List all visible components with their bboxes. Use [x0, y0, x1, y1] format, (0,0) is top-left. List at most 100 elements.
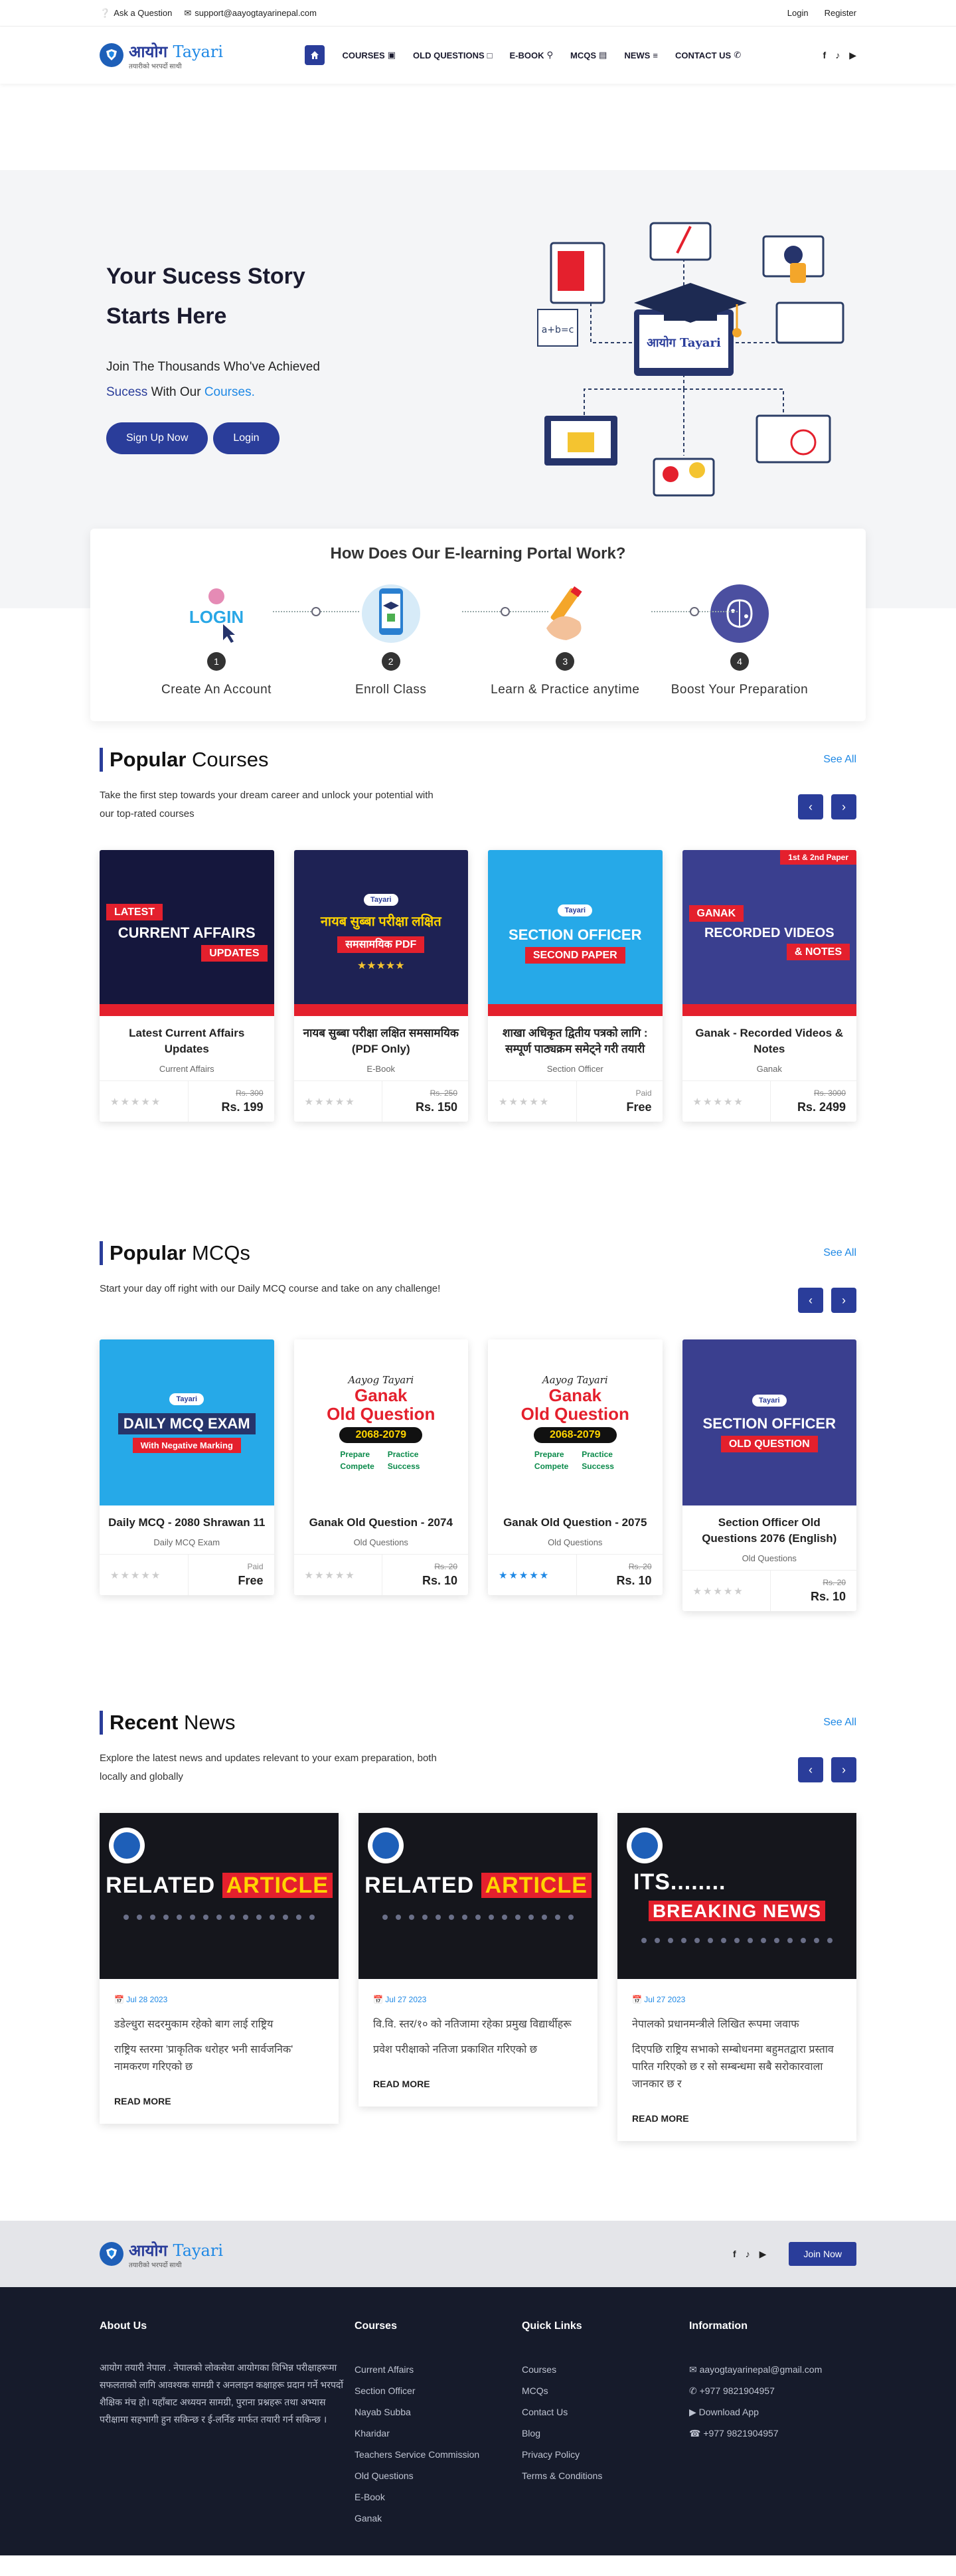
nav-contact[interactable]: CONTACT US ✆	[675, 50, 741, 60]
read-more-link[interactable]: READ MORE	[373, 2079, 583, 2089]
original-price: Paid	[635, 1088, 652, 1098]
footer-quick-link[interactable]: MCQs	[522, 2380, 689, 2401]
current-price: Rs. 10	[810, 1590, 846, 1603]
course-card[interactable]: 1st & 2nd Paper GANAK RECORDED VIDEOS & …	[682, 850, 856, 1122]
original-price: Paid	[247, 1562, 264, 1571]
read-more-link[interactable]: READ MORE	[114, 2096, 324, 2106]
nav-mcqs[interactable]: MCQS ▤	[570, 50, 607, 60]
footer-course-link[interactable]: Old Questions	[355, 2465, 522, 2486]
facebook-icon[interactable]: f	[823, 50, 827, 61]
thumb-text: With Negative Marking	[132, 1438, 241, 1453]
step-number: 3	[556, 652, 575, 671]
book-icon: ▣	[387, 50, 396, 60]
mcq-card[interactable]: Tayari SECTION OFFICER OLD QUESTION Sect…	[682, 1339, 856, 1611]
hero-section: Your Sucess Story Starts Here Join The T…	[0, 170, 956, 721]
tiktok-icon[interactable]: ♪	[746, 2249, 750, 2260]
news-see-all-link[interactable]: See All	[823, 1717, 856, 1729]
logo-accent-text: Tayari	[173, 2241, 224, 2260]
join-now-button[interactable]: Join Now	[789, 2242, 856, 2266]
mcqs-see-all-link[interactable]: See All	[823, 1247, 856, 1259]
footer-course-link[interactable]: Ganak	[355, 2508, 522, 2529]
course-thumbnail: Tayari नायब सुब्बा परीक्षा लक्षित समसामय…	[293, 850, 468, 1016]
nav-news[interactable]: NEWS ≡	[624, 50, 658, 60]
courses-prev-button[interactable]: ‹	[798, 794, 823, 819]
support-email-link[interactable]: ✉ support@aayogtayarinepal.com	[184, 8, 317, 19]
mcq-thumbnail: Aayog Tayari Ganak Old Question 2068-207…	[488, 1339, 663, 1505]
youtube-icon[interactable]: ▶	[759, 2249, 767, 2260]
course-card[interactable]: Tayari नायब सुब्बा परीक्षा लक्षित समसामय…	[293, 850, 468, 1122]
course-card[interactable]: Tayari SECTION OFFICER SECOND PAPER शाखा…	[488, 850, 663, 1122]
footer-phone[interactable]: ✆ +977 9821904957	[689, 2380, 856, 2401]
logo-main-text: आयोग	[129, 2240, 168, 2260]
mobile-graduate-icon	[359, 582, 423, 645]
footer-quick-link[interactable]: Privacy Policy	[522, 2444, 689, 2465]
news-next-button[interactable]: ›	[831, 1757, 856, 1782]
login-icon-text: LOGIN	[189, 607, 244, 627]
footer-information: Information ✉ aayogtayarinepal@gmail.com…	[689, 2320, 856, 2529]
course-thumbnail: 1st & 2nd Paper GANAK RECORDED VIDEOS & …	[682, 850, 856, 1016]
home-button[interactable]	[305, 45, 325, 65]
news-card[interactable]: RELATED ARTICLE 📅 Jul 28 2023 डडेल्धुरा …	[100, 1813, 339, 2124]
news-card[interactable]: RELATED ARTICLE 📅 Jul 27 2023 वि.वि. स्त…	[358, 1813, 598, 2106]
register-link[interactable]: Register	[825, 8, 856, 18]
footer-course-link[interactable]: Teachers Service Commission	[355, 2444, 522, 2465]
tiktok-icon[interactable]: ♪	[835, 50, 840, 61]
hero-desc-with: With Our	[151, 385, 201, 399]
footer-download-app[interactable]: ▶ Download App	[689, 2401, 856, 2423]
footer-whatsapp[interactable]: ☎ +977 9821904957	[689, 2423, 856, 2444]
footer-email[interactable]: ✉ aayogtayarinepal@gmail.com	[689, 2359, 856, 2380]
site-logo[interactable]: आयोग Tayari तयारीको भरपर्दो साथी	[100, 41, 223, 70]
ask-question-link[interactable]: ❔ Ask a Question	[100, 8, 172, 19]
thumb-text: SECOND PAPER	[524, 947, 625, 964]
footer-quick-link[interactable]: Blog	[522, 2423, 689, 2444]
original-price: Rs. 20	[434, 1562, 457, 1571]
hero-title-line-1: Your Sucess Story	[106, 264, 305, 289]
original-price: Rs. 20	[823, 1578, 846, 1587]
youtube-icon[interactable]: ▶	[849, 50, 856, 61]
mcq-card[interactable]: Aayog Tayari Ganak Old Question 2068-207…	[488, 1339, 663, 1595]
mcqs-next-button[interactable]: ›	[831, 1288, 856, 1313]
signup-button[interactable]: Sign Up Now	[106, 422, 208, 454]
login-link[interactable]: Login	[787, 8, 809, 18]
thumb-text: नायब सुब्बा परीक्षा लक्षित	[320, 914, 441, 929]
courses-next-button[interactable]: ›	[831, 794, 856, 819]
how-it-works-card: How Does Our E-learning Portal Work? LOG…	[90, 529, 866, 721]
original-price: Rs. 300	[236, 1088, 264, 1098]
read-more-link[interactable]: READ MORE	[632, 2113, 842, 2124]
footer-course-link[interactable]: Current Affairs	[355, 2359, 522, 2380]
footer-quick-link[interactable]: Terms & Conditions	[522, 2465, 689, 2486]
news-prev-button[interactable]: ‹	[798, 1757, 823, 1782]
footer-course-link[interactable]: Kharidar	[355, 2423, 522, 2444]
footer-quick-link[interactable]: Contact Us	[522, 2401, 689, 2423]
mcq-card[interactable]: Tayari DAILY MCQ EXAM With Negative Mark…	[100, 1339, 274, 1595]
current-price: Free	[238, 1574, 264, 1587]
recent-news-section: Recent News See All Explore the latest n…	[0, 1711, 956, 2141]
hero-illustration: आयोग Tayari a+b=c	[511, 216, 856, 497]
footer-quick-link[interactable]: Courses	[522, 2359, 689, 2380]
nav-old-questions[interactable]: OLD QUESTIONS □	[413, 50, 492, 60]
mcq-card[interactable]: Aayog Tayari Ganak Old Question 2068-207…	[293, 1339, 468, 1595]
news-date: 📅 Jul 27 2023	[373, 1995, 583, 2004]
hero-login-button[interactable]: Login	[213, 422, 279, 454]
thumb-text: GANAK	[688, 905, 744, 922]
news-text: दिएपछि राष्ट्रिय सभाको सम्बोधनमा बहुमतद्…	[632, 2044, 834, 2090]
phone-icon: ✆	[688, 2385, 697, 2396]
facebook-icon[interactable]: f	[733, 2249, 736, 2260]
footer-course-link[interactable]: Nayab Subba	[355, 2401, 522, 2423]
thumb-logo: Tayari	[752, 1395, 787, 1407]
thumb-text: & NOTES	[786, 944, 850, 960]
footer-course-link[interactable]: E-Book	[355, 2486, 522, 2508]
course-category: E-Book	[366, 1064, 396, 1074]
thumb-text: Ganak	[355, 1385, 408, 1405]
news-card[interactable]: ITS........ BREAKING NEWS 📅 Jul 27 2023 …	[617, 1813, 856, 2141]
nav-courses[interactable]: COURSES ▣	[342, 50, 396, 60]
nav-ebook[interactable]: E-BOOK ⚲	[510, 50, 554, 60]
footer-logo[interactable]: आयोग Tayari तयारीको भरपर्दो साथी	[100, 2239, 223, 2269]
mcqs-prev-button[interactable]: ‹	[798, 1288, 823, 1313]
popular-courses-section: Popular Courses See All Take the first s…	[0, 748, 956, 1122]
hero-title-line-2: Starts Here	[106, 303, 227, 329]
news-image-text: RELATED	[106, 1872, 216, 1898]
courses-see-all-link[interactable]: See All	[823, 754, 856, 766]
footer-course-link[interactable]: Section Officer	[355, 2380, 522, 2401]
course-card[interactable]: LATEST CURRENT AFFAIRS UPDATES Latest Cu…	[100, 850, 274, 1122]
